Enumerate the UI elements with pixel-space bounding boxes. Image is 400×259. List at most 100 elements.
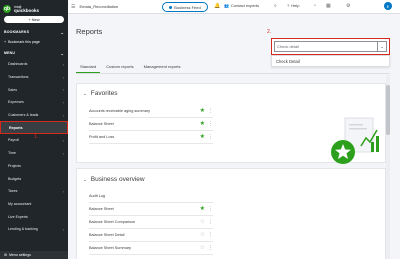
report-search-input[interactable]: Check detail ⌄ <box>274 41 387 52</box>
report-name-link[interactable]: Balance Sheet <box>89 207 114 211</box>
more-options-icon[interactable]: ⋮ <box>208 245 213 251</box>
favorites-header[interactable]: ⌄ Favorites <box>83 90 118 97</box>
favorite-star-icon[interactable]: ☆ <box>200 232 205 238</box>
chevron-down-icon[interactable]: ⌄ <box>377 42 386 51</box>
business-overview-header[interactable]: ⌄ Business overview <box>83 176 145 183</box>
search-icon[interactable]: ⌕ <box>274 3 277 9</box>
logo-line2: quickbooks <box>14 7 40 13</box>
sidebar-item-label: Dashboards <box>8 62 28 67</box>
report-name-link[interactable]: Balance Sheet Summary <box>89 246 131 250</box>
favorite-star-icon[interactable]: ★ <box>200 108 205 114</box>
scrollbar[interactable] <box>386 75 390 259</box>
quickbooks-logo-icon: qb <box>3 4 11 13</box>
chevron-right-icon: › <box>62 226 64 232</box>
sidebar-item-label: Customers & leads <box>8 113 39 118</box>
favorite-star-icon[interactable]: ☆ <box>200 219 205 225</box>
chevron-down-icon: ⌄ <box>83 176 87 182</box>
sidebar-item-label: Reports <box>9 125 23 130</box>
sidebar-item-label: Live Experts <box>8 214 28 219</box>
favorite-star-icon[interactable]: ★ <box>200 206 205 212</box>
sidebar-item-label: Lending & banking <box>8 227 38 232</box>
report-name-link[interactable]: Profit and Loss <box>89 135 114 139</box>
report-name-link[interactable]: Accounts receivable aging summary <box>89 109 150 113</box>
bookmarks-section-header[interactable]: BOOKMARKS ⌄ <box>0 27 68 37</box>
report-row[interactable]: Balance Sheet ★ ⋮ <box>89 203 213 216</box>
scrollbar-thumb[interactable] <box>386 85 390 135</box>
sidebar-item-label: Time <box>8 151 16 156</box>
sidebar-item-label: Projects <box>8 163 21 168</box>
tab-standard[interactable]: Standard <box>76 61 101 73</box>
contact-experts-link[interactable]: 👥 Contact experts <box>224 3 259 8</box>
search-dropdown-option[interactable]: Check Detail <box>271 55 390 67</box>
report-name-link[interactable]: Balance Sheet Detail <box>89 233 124 237</box>
sidebar-item-sales[interactable]: Sales › <box>0 83 68 96</box>
sidebar-item-label: Taxes <box>8 189 18 194</box>
report-name-link[interactable]: Balance Sheet Comparison <box>89 220 135 224</box>
report-row[interactable]: Balance Sheet Summary ☆ ⋮ <box>89 242 213 255</box>
more-options-icon[interactable]: ⋮ <box>208 108 213 114</box>
sidebar-item-label: Payroll <box>8 138 19 143</box>
sidebar-item-live-experts[interactable]: Live Experts <box>0 210 68 223</box>
report-row[interactable]: Accounts receivable aging summary ★ ⋮ <box>89 105 213 118</box>
sidebar-item-my-accountant[interactable]: My accountant <box>0 198 68 211</box>
page-title: Reports <box>76 27 103 36</box>
reports-illustration <box>331 117 379 164</box>
report-search-highlight: Check detail ⌄ <box>271 38 390 55</box>
people-icon: 👥 <box>224 3 229 8</box>
more-options-icon[interactable]: ⋮ <box>208 206 213 212</box>
nav-list: Dashboards › Transactions › Sales › Expenses › C… <box>0 58 68 236</box>
menu-label: MENU <box>4 51 16 55</box>
chevron-right-icon: › <box>62 74 64 80</box>
report-row[interactable]: Balance Sheet ★ ⋮ <box>89 118 213 131</box>
new-button[interactable]: + New <box>4 16 64 23</box>
sidebar-item-expenses[interactable]: Expenses › <box>0 96 68 109</box>
business-feed-button[interactable]: Business Feed <box>162 2 208 12</box>
avatar[interactable]: E <box>384 2 392 10</box>
sidebar-item-lending-banking[interactable]: Lending & banking › <box>0 223 68 236</box>
favorite-star-icon[interactable]: ☆ <box>200 245 205 251</box>
bookmarks-label: BOOKMARKS <box>4 30 30 34</box>
sidebar-item-projects[interactable]: Projects <box>0 160 68 173</box>
more-options-icon[interactable]: ⋮ <box>208 121 213 127</box>
menu-section-header[interactable]: MENU ⌄ <box>0 48 68 58</box>
report-name-link[interactable]: Audit Log <box>89 194 105 198</box>
report-row[interactable]: Audit Log <box>89 190 213 203</box>
menu-settings[interactable]: ⚙ Menu settings <box>0 251 68 259</box>
notification-icon[interactable]: ◔ <box>313 3 316 9</box>
more-options-icon[interactable]: ⋮ <box>208 219 213 225</box>
sidebar-item-taxes[interactable]: Taxes › <box>0 185 68 198</box>
report-row[interactable]: Balance Sheet Detail ☆ ⋮ <box>89 229 213 242</box>
chevron-down-icon: ⌄ <box>60 29 64 35</box>
report-row[interactable]: Profit and Loss ★ ⋮ <box>89 131 213 144</box>
more-options-icon[interactable]: ⋮ <box>208 134 213 140</box>
favorite-star-icon[interactable]: ★ <box>200 121 205 127</box>
business-feed-label: Business Feed <box>174 4 201 10</box>
logo[interactable]: qb intuit quickbooks <box>0 0 68 14</box>
settings-gear-icon[interactable]: ⚙ <box>346 3 350 9</box>
business-overview-card: ⌄ Business overview Audit Log Balance She… <box>76 168 386 259</box>
report-row[interactable]: Balance Sheet Comparison ☆ ⋮ <box>89 216 213 229</box>
bookmark-this-page[interactable]: + Bookmark this page <box>0 37 68 47</box>
sidebar-item-dashboards[interactable]: Dashboards › <box>0 58 68 71</box>
tab-custom-reports[interactable]: Custom reports <box>102 61 137 73</box>
tabs-divider <box>76 73 390 74</box>
apps-icon[interactable]: ▦ <box>326 3 331 9</box>
bell-icon[interactable]: 🔔 <box>214 3 220 9</box>
sidebar-item-reports[interactable]: Reports <box>0 121 68 135</box>
report-tabs: Standard Custom reports Management reports <box>76 61 185 73</box>
sidebar-item-customers-leads[interactable]: Customers & leads › <box>0 109 68 122</box>
sidebar-item-label: My accountant <box>8 201 32 206</box>
annotation-2: 2. <box>267 29 272 35</box>
report-name-link[interactable]: Balance Sheet <box>89 122 114 126</box>
sidebar-item-time[interactable]: Time › <box>0 147 68 160</box>
more-options-icon[interactable]: ⋮ <box>208 232 213 238</box>
chevron-down-icon: ⌄ <box>60 50 64 56</box>
tab-management-reports[interactable]: Management reports <box>140 61 185 73</box>
help-link[interactable]: ? Help <box>287 3 299 8</box>
hamburger-menu-icon[interactable]: ☰ <box>71 4 75 10</box>
chevron-right-icon: › <box>62 150 64 156</box>
sidebar-item-transactions[interactable]: Transactions › <box>0 71 68 84</box>
sidebar-item-budgets[interactable]: Budgets <box>0 172 68 185</box>
chevron-right-icon: › <box>62 188 64 194</box>
favorite-star-icon[interactable]: ★ <box>200 134 205 140</box>
